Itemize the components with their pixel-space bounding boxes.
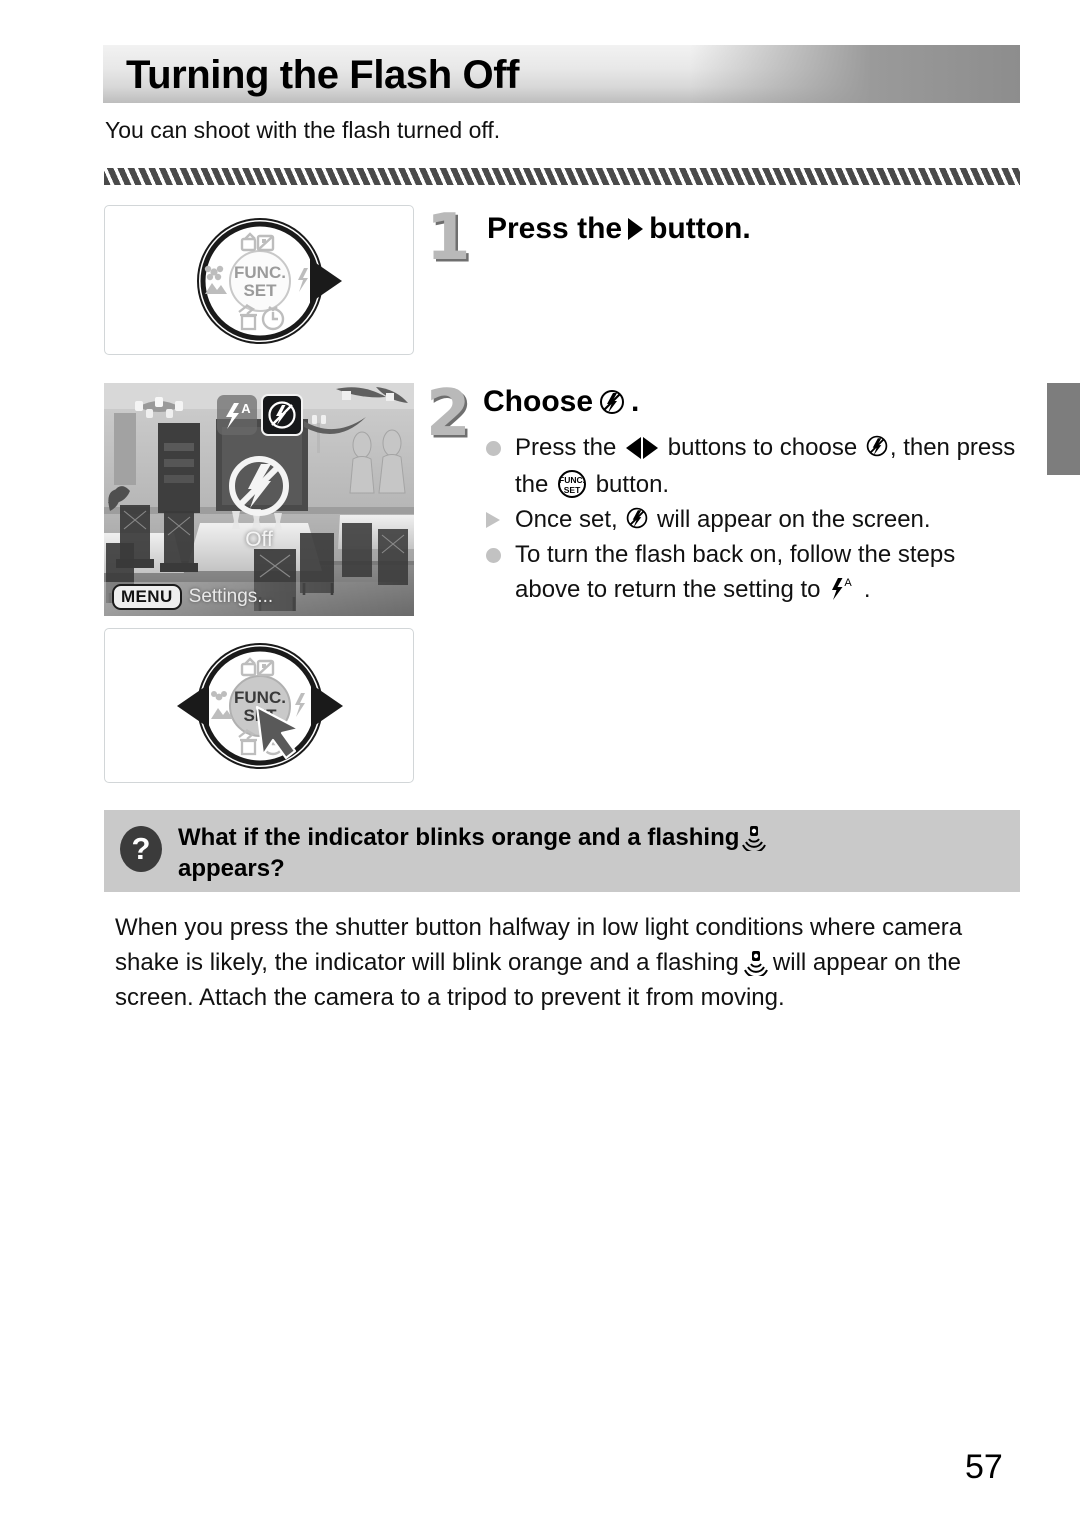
svg-text:FUNC.: FUNC. bbox=[234, 263, 286, 282]
func-set-button-icon: FUNC. SET bbox=[557, 469, 587, 499]
bullet-3-text-a: To turn the flash back on, follow the st… bbox=[515, 541, 956, 603]
lcd-flash-off-large-icon bbox=[226, 453, 292, 519]
bullet-3-text-b: . bbox=[857, 576, 871, 603]
figure-control-wheel-step2: FUNC. SET bbox=[104, 628, 414, 783]
step-1-number: 1 bbox=[426, 201, 471, 275]
step-2-instructions: Press the buttons to choose , then press… bbox=[483, 430, 1023, 607]
camera-shake-icon bbox=[743, 950, 768, 976]
svg-text:SET: SET bbox=[564, 485, 581, 495]
figure-lcd-screen: A Off MENU Settings... bbox=[104, 383, 414, 616]
step-2-heading-before: Choose bbox=[483, 385, 594, 418]
bullet-triangle-icon bbox=[486, 512, 500, 528]
step-2-number: 2 bbox=[426, 377, 471, 451]
lcd-flash-auto-badge[interactable]: A bbox=[217, 395, 257, 435]
qa-body-text: When you press the shutter button halfwa… bbox=[115, 910, 1020, 1015]
page-title: Turning the Flash Off bbox=[126, 53, 520, 97]
svg-text:A: A bbox=[241, 401, 251, 416]
lcd-mode-label: Off bbox=[245, 528, 273, 551]
bullet-dot-icon bbox=[486, 441, 501, 456]
lcd-flash-off-badge-selected[interactable] bbox=[261, 394, 303, 436]
step-2-bullet-2: Once set, will appear on the screen. bbox=[483, 502, 1023, 537]
chapter-edge-tab bbox=[1047, 383, 1080, 475]
menu-settings-label: Settings... bbox=[188, 586, 274, 607]
svg-text:SET: SET bbox=[243, 281, 277, 300]
step-2-bullet-3: To turn the flash back on, follow the st… bbox=[483, 537, 1023, 607]
step-2-bullet-1: Press the buttons to choose , then press… bbox=[483, 430, 1023, 502]
flash-off-icon bbox=[598, 388, 626, 416]
svg-text:FUNC.: FUNC. bbox=[234, 688, 286, 707]
control-wheel-diagram-icon: FUNC. SET bbox=[197, 218, 342, 344]
qa-title-after: appears? bbox=[178, 855, 285, 882]
qa-title-before: What if the indicator blinks orange and … bbox=[178, 824, 740, 851]
figure-control-wheel-step1: FUNC. SET bbox=[104, 205, 414, 355]
step-1-heading-before: Press the bbox=[487, 212, 623, 245]
qa-callout-box: ? What if the indicator blinks orange an… bbox=[104, 810, 1020, 892]
question-mark-icon: ? bbox=[120, 826, 162, 872]
header-gradient bbox=[690, 45, 1020, 103]
flash-off-icon bbox=[625, 506, 649, 530]
qa-title: What if the indicator blinks orange and … bbox=[178, 822, 1008, 884]
bullet-1-text-d: button. bbox=[589, 471, 670, 498]
svg-text:A: A bbox=[845, 577, 853, 589]
step-2-heading: Choose . bbox=[483, 383, 639, 421]
arrow-right-button-icon bbox=[628, 218, 644, 240]
svg-text:FUNC.: FUNC. bbox=[559, 475, 585, 485]
page-number: 57 bbox=[965, 1448, 1003, 1486]
flash-off-icon bbox=[865, 434, 889, 458]
step-2-heading-after: . bbox=[631, 385, 640, 418]
lcd-menu-row[interactable]: MENU Settings... bbox=[112, 584, 273, 610]
bullet-dot-icon bbox=[486, 548, 501, 563]
step-1-heading-after: button. bbox=[649, 212, 751, 245]
camera-shake-icon bbox=[742, 825, 767, 851]
left-right-buttons-icon bbox=[626, 432, 659, 467]
menu-button-badge[interactable]: MENU bbox=[112, 584, 182, 610]
intro-text: You can shoot with the flash turned off. bbox=[105, 117, 501, 143]
bullet-1-text-b: buttons to choose bbox=[661, 434, 864, 461]
flash-auto-icon: A bbox=[829, 575, 855, 601]
bullet-2-text-b: will appear on the screen. bbox=[650, 506, 931, 533]
control-wheel-diagram-icon: FUNC. SET bbox=[177, 643, 343, 769]
bullet-2-text-a: Once set, bbox=[515, 506, 625, 533]
section-divider bbox=[104, 168, 1020, 185]
bullet-1-text-a: Press the bbox=[515, 434, 624, 461]
step-1-heading: Press the button. bbox=[487, 210, 751, 248]
